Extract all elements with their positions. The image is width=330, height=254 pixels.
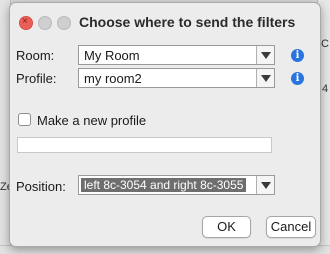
chevron-down-icon [256, 46, 274, 64]
ok-button[interactable]: OK [202, 216, 251, 238]
position-label: Position: [16, 179, 66, 194]
close-window-button[interactable]: × [19, 16, 33, 30]
room-select-value: My Room [84, 48, 140, 63]
make-new-profile-label: Make a new profile [37, 113, 147, 128]
new-profile-name-field[interactable] [17, 137, 272, 153]
cancel-button[interactable]: Cancel [266, 216, 316, 238]
position-select[interactable]: left 8c-3054 and right 8c-3055 [78, 175, 275, 195]
room-label: Room: [16, 48, 55, 63]
profile-info-icon[interactable]: i [291, 72, 304, 85]
profile-select[interactable]: my room2 [78, 68, 275, 88]
dialog-title: Choose where to send the filters [79, 14, 296, 30]
position-select-value: left 8c-3054 and right 8c-3055 [81, 178, 247, 192]
close-icon: × [22, 16, 28, 27]
background-text-right-2: 4 [322, 83, 329, 95]
background-text-right-1: C [321, 38, 329, 50]
chevron-down-icon [256, 69, 274, 87]
profile-label: Profile: [16, 71, 57, 86]
zoom-window-button[interactable] [57, 16, 71, 30]
minimize-window-button[interactable] [38, 16, 52, 30]
make-new-profile-checkbox[interactable] [18, 113, 31, 126]
chevron-down-icon [256, 176, 274, 194]
title-bar: × Choose where to send the filters [10, 3, 320, 39]
profile-select-value: my room2 [84, 71, 142, 86]
room-info-icon[interactable]: i [291, 49, 304, 62]
send-filters-dialog: × Choose where to send the filters Room:… [9, 2, 321, 247]
room-select[interactable]: My Room [78, 45, 275, 65]
